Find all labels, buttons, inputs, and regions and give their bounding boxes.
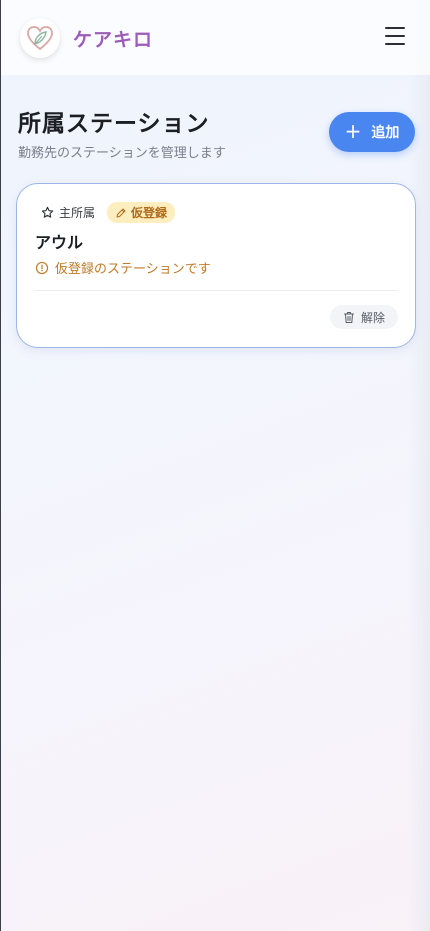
hamburger-menu-icon[interactable] <box>385 27 405 45</box>
release-label: 解除 <box>360 310 385 325</box>
primary-affiliation-toggle[interactable]: 主所属 <box>41 204 95 221</box>
status-label: 仮登録 <box>131 206 168 220</box>
window-edge <box>0 0 1 931</box>
heart-leaf-logo-icon <box>27 26 53 51</box>
station-card: 主所属 仮登録 アウル 仮登録のステーションです 解除 <box>16 183 416 348</box>
station-badges: 主所属 仮登録 <box>41 202 176 223</box>
release-station-button[interactable]: 解除 <box>330 305 398 329</box>
primary-label: 主所属 <box>59 206 96 220</box>
provisional-notice: 仮登録のステーションです <box>35 258 211 277</box>
add-button-label: 追加 <box>371 125 400 141</box>
page-title: 所属ステーション <box>18 111 210 137</box>
trash-icon <box>343 311 354 323</box>
pencil-icon <box>116 208 126 217</box>
add-station-button[interactable]: + 追加 <box>329 112 415 152</box>
page-subtitle: 勤務先のステーションを管理します <box>18 146 226 161</box>
app-header: ケアキロ <box>1 0 430 75</box>
star-icon <box>41 206 54 218</box>
app-logo[interactable] <box>20 18 60 58</box>
notice-text: 仮登録のステーションです <box>55 262 211 277</box>
plus-icon: + <box>344 119 362 143</box>
station-name: アウル <box>35 233 84 252</box>
status-badge: 仮登録 <box>107 202 176 223</box>
alert-circle-icon <box>35 261 49 274</box>
app-brand: ケアキロ <box>73 29 154 51</box>
card-divider <box>35 290 397 291</box>
